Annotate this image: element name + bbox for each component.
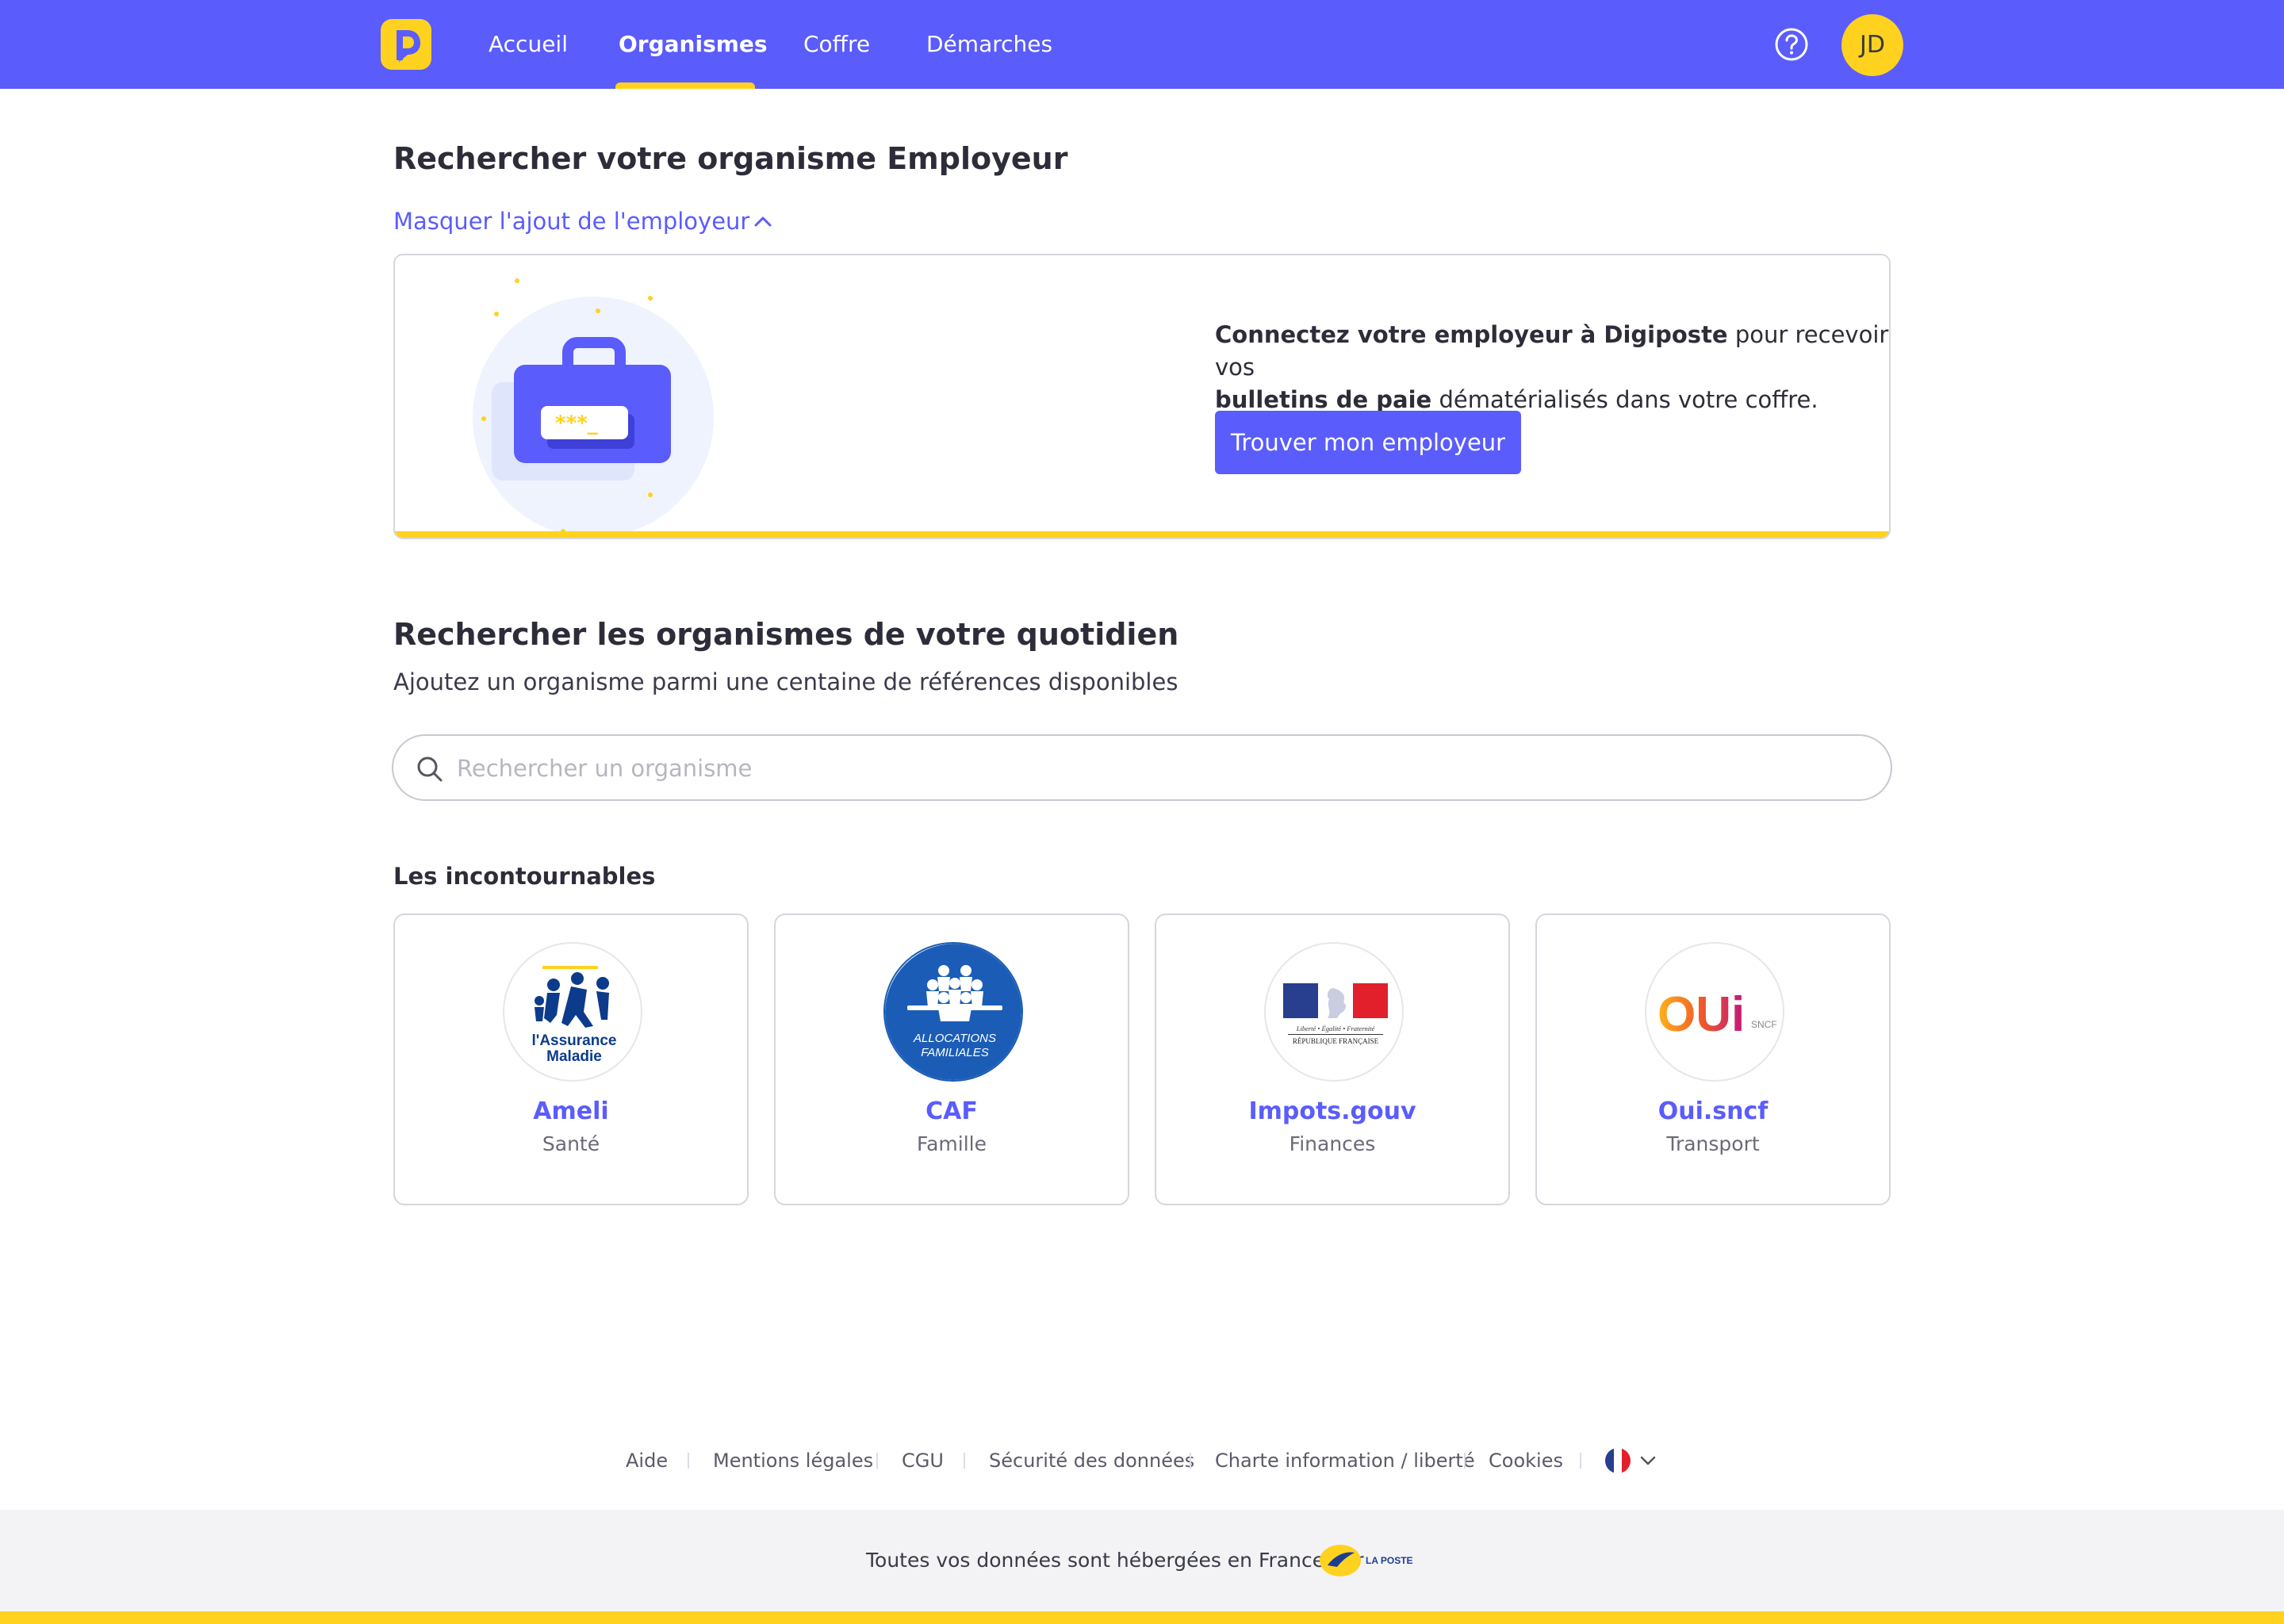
footer-links: Aide Mentions légales CGU Sécurité des d… (0, 1445, 2284, 1477)
org-category-ouisncf: Transport (1666, 1132, 1760, 1155)
ameli-logo-text-2: Maladie (546, 1048, 602, 1065)
footer-hosting-banner: Toutes vos données sont hébergées en Fra… (0, 1510, 2284, 1611)
nav-coffre[interactable]: Coffre (803, 0, 870, 89)
featured-section-label: Les incontournables (393, 863, 656, 890)
footer-separator (1464, 1453, 1466, 1469)
description-bold-part-2: bulletins de paie (1215, 386, 1432, 413)
ameli-logo-icon: l'Assurance Maladie (503, 942, 642, 1082)
card-accent-stripe (395, 531, 1889, 538)
daily-section-title: Rechercher les organismes de votre quoti… (393, 617, 1179, 652)
search-input[interactable] (457, 747, 1853, 790)
marianne-logo-icon: Liberté • Égalité • Fraternité RÉPUBLIQU… (1264, 942, 1404, 1082)
org-name-ameli: Ameli (533, 1097, 609, 1125)
help-icon[interactable] (1775, 28, 1808, 61)
org-name-caf: CAF (925, 1097, 978, 1125)
footer-separator (1190, 1453, 1191, 1469)
nav-accueil[interactable]: Accueil (489, 0, 568, 89)
footer-link-mentions[interactable]: Mentions légales (713, 1445, 873, 1477)
french-flag-icon[interactable] (1605, 1448, 1631, 1473)
chevron-up-icon[interactable] (752, 213, 774, 230)
org-category-impots: Finances (1289, 1132, 1376, 1155)
active-tab-indicator (615, 82, 755, 89)
bottom-yellow-bar (0, 1611, 2284, 1624)
footer-separator (688, 1453, 689, 1469)
footer-link-charte[interactable]: Charte information / liberté (1215, 1445, 1475, 1477)
oui-sncf-logo-icon: OUi SNCF (1645, 942, 1784, 1082)
org-name-ouisncf: Oui.sncf (1657, 1097, 1769, 1125)
footer-separator (876, 1453, 878, 1469)
search-icon (417, 756, 443, 782)
footer-link-aide[interactable]: Aide (626, 1445, 668, 1477)
caf-logo-text-1: ALLOCATIONS (913, 1032, 996, 1045)
svg-text:***_: ***_ (555, 412, 598, 435)
employer-section-title: Rechercher votre organisme Employeur (393, 141, 1068, 176)
org-category-caf: Famille (917, 1132, 987, 1155)
oui-logo-text: OUi (1657, 987, 1745, 1042)
ameli-logo-text-1: l'Assurance (532, 1032, 617, 1049)
description-text-part-2: dématérialisés dans votre coffre. (1431, 386, 1818, 413)
caf-logo-text-2: FAMILIALES (921, 1046, 989, 1059)
org-card-impots[interactable]: Liberté • Égalité • Fraternité RÉPUBLIQU… (1155, 914, 1510, 1205)
search-bar[interactable] (392, 734, 1892, 801)
impots-logo-text-2: RÉPUBLIQUE FRANÇAISE (1293, 1037, 1379, 1045)
la-poste-logo-icon: LA POSTE (1320, 1545, 1413, 1576)
org-category-ameli: Santé (542, 1132, 600, 1155)
find-employer-button[interactable]: Trouver mon employeur (1215, 411, 1521, 474)
nav-demarches[interactable]: Démarches (926, 0, 1052, 89)
nav-organismes[interactable]: Organismes (619, 0, 768, 89)
user-avatar[interactable]: JD (1841, 14, 1903, 76)
chevron-down-icon[interactable] (1638, 1453, 1657, 1469)
employer-description: Connectez votre employeur à Digiposte po… (1215, 319, 1889, 416)
footer-separator (964, 1453, 965, 1469)
footer-link-cookies[interactable]: Cookies (1489, 1445, 1563, 1477)
org-card-ouisncf[interactable]: OUi SNCF Oui.sncf Transport (1535, 914, 1891, 1205)
employer-connect-card: ***_ Connectez votre employeur à Digipos… (393, 254, 1891, 539)
impots-logo-text-1: Liberté • Égalité • Fraternité (1296, 1025, 1376, 1032)
sncf-logo-text: SNCF (1751, 1019, 1777, 1030)
org-card-ameli[interactable]: l'Assurance Maladie Ameli Santé (393, 914, 749, 1205)
digiposte-logo-icon[interactable] (381, 19, 431, 70)
briefcase-password-icon: ***_ (473, 278, 714, 536)
la-poste-logo-text: LA POSTE (1366, 1555, 1413, 1566)
org-name-impots: Impots.gouv (1248, 1097, 1416, 1125)
org-card-caf[interactable]: ALLOCATIONS FAMILIALES CAF Famille (774, 914, 1129, 1205)
description-bold-part: Connectez votre employeur à Digiposte (1215, 321, 1728, 348)
daily-section-subtitle: Ajoutez un organisme parmi une centaine … (393, 668, 1178, 695)
top-navigation-bar: Accueil Organismes Coffre Démarches JD (0, 0, 2284, 89)
hide-employer-toggle[interactable]: Masquer l'ajout de l'employeur (393, 208, 749, 235)
footer-link-securite[interactable]: Sécurité des données (989, 1445, 1194, 1477)
footer-separator (1580, 1453, 1581, 1469)
caf-logo-icon: ALLOCATIONS FAMILIALES (883, 942, 1023, 1082)
footer-link-cgu[interactable]: CGU (902, 1445, 944, 1477)
hosting-note: Toutes vos données sont hébergées en Fra… (866, 1549, 1364, 1572)
